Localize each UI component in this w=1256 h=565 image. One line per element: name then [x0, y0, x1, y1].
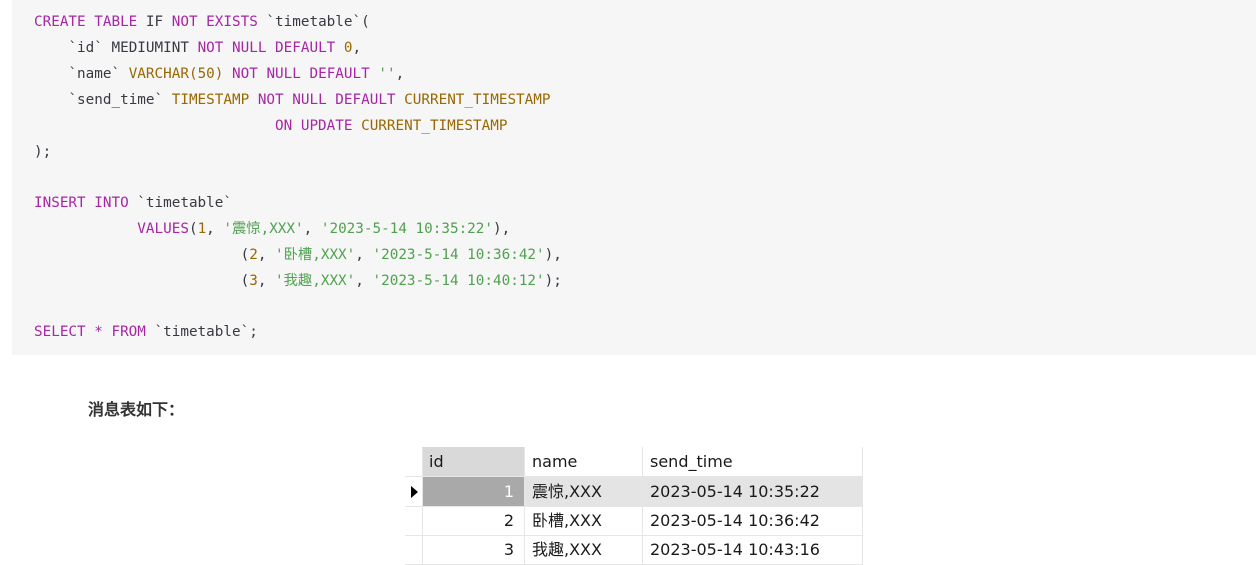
- table-row[interactable]: 3 我趣,XXX 2023-05-14 10:43:16: [405, 535, 863, 565]
- column-header-name[interactable]: name: [525, 447, 643, 476]
- code-line-insert: INSERT INTO `timetable`: [34, 190, 232, 216]
- punct: ),: [544, 247, 562, 263]
- string: '震惊,XXX': [223, 221, 304, 237]
- type: ): [214, 66, 224, 82]
- keyword: NOT NULL DEFAULT: [232, 66, 370, 82]
- cell-id[interactable]: 1: [423, 477, 525, 506]
- sql-code-block: CREATE TABLE IF NOT EXISTS `timetable`( …: [12, 0, 1256, 355]
- punct: );: [34, 144, 52, 160]
- table-row[interactable]: 2 卧槽,XXX 2023-05-14 10:36:42: [405, 506, 863, 536]
- type: MEDIUMINT: [111, 40, 189, 56]
- keyword: VALUES: [137, 221, 189, 237]
- string: '我趣,XXX': [275, 273, 356, 289]
- number: 1: [197, 221, 207, 237]
- punct: (: [240, 273, 250, 289]
- string: '2023-5-14 10:35:22': [320, 221, 494, 237]
- string: '2023-5-14 10:40:12': [372, 273, 545, 289]
- row-marker: [405, 506, 423, 535]
- code-line-col-id: `id` MEDIUMINT NOT NULL DEFAULT 0,: [34, 35, 361, 61]
- row-marker-current: [405, 477, 423, 506]
- cell-id[interactable]: 3: [423, 535, 525, 564]
- code-line-on-update: ON UPDATE CURRENT_TIMESTAMP: [34, 113, 507, 139]
- cell-name[interactable]: 震惊,XXX: [525, 477, 643, 506]
- punct: (: [188, 221, 198, 237]
- keyword: IF: [145, 14, 164, 30]
- type: VARCHAR(: [128, 66, 198, 82]
- punct: );: [544, 273, 562, 289]
- identifier: `id`: [68, 40, 103, 56]
- result-grid: id name send_time 1 震惊,XXX 2023-05-14 10…: [405, 447, 863, 565]
- cell-name[interactable]: 卧槽,XXX: [525, 506, 643, 535]
- function: CURRENT_TIMESTAMP: [361, 118, 508, 134]
- number: 50: [197, 66, 215, 82]
- identifier: `timetable`: [137, 195, 232, 211]
- grid-header-row: id name send_time: [405, 447, 863, 477]
- number: 3: [249, 273, 258, 289]
- identifier: `timetable`(: [266, 14, 370, 30]
- string: '2023-5-14 10:36:42': [372, 247, 545, 263]
- type: TIMESTAMP: [171, 92, 250, 108]
- code-line-create: CREATE TABLE IF NOT EXISTS `timetable`(: [34, 9, 370, 35]
- cell-id[interactable]: 2: [423, 506, 525, 535]
- punct: ,: [352, 40, 362, 56]
- code-line-select: SELECT * FROM `timetable`;: [34, 319, 258, 345]
- code-line-col-send-time: `send_time` TIMESTAMP NOT NULL DEFAULT C…: [34, 87, 550, 113]
- keyword: INSERT INTO: [34, 195, 129, 211]
- code-line-create-end: );: [34, 139, 51, 165]
- punct: ,: [395, 66, 405, 82]
- punct: (: [240, 247, 250, 263]
- code-line-values-1: VALUES(1, '震惊,XXX', '2023-5-14 10:35:22'…: [137, 221, 511, 237]
- keyword: NOT NULL DEFAULT: [257, 92, 396, 108]
- identifier: `name`: [68, 66, 121, 82]
- current-row-arrow-icon: [411, 486, 418, 498]
- cell-name[interactable]: 我趣,XXX: [525, 535, 643, 564]
- column-header-send-time[interactable]: send_time: [643, 447, 863, 476]
- code-line-col-name: `name` VARCHAR(50) NOT NULL DEFAULT '',: [34, 61, 404, 87]
- keyword: NOT EXISTS: [171, 14, 258, 30]
- keyword: NOT NULL DEFAULT: [197, 40, 336, 56]
- identifier: `send_time`: [68, 92, 164, 108]
- keyword: ON UPDATE: [275, 118, 353, 134]
- string: '': [378, 66, 396, 82]
- punct: ),: [493, 221, 511, 237]
- cell-send-time[interactable]: 2023-05-14 10:43:16: [643, 535, 863, 564]
- function: CURRENT_TIMESTAMP: [404, 92, 551, 108]
- result-caption: 消息表如下：: [88, 400, 185, 419]
- code-line-values-2: (2, '卧槽,XXX', '2023-5-14 10:36:42'),: [240, 247, 562, 263]
- keyword: SELECT * FROM: [34, 324, 146, 340]
- table-row[interactable]: 1 震惊,XXX 2023-05-14 10:35:22: [405, 477, 863, 507]
- code-line-values-3: (3, '我趣,XXX', '2023-5-14 10:40:12');: [240, 273, 562, 289]
- number: 0: [343, 40, 353, 56]
- row-marker-header: [405, 447, 423, 476]
- identifier: `timetable`;: [154, 324, 258, 340]
- cell-send-time[interactable]: 2023-05-14 10:35:22: [643, 477, 863, 506]
- number: 2: [249, 247, 258, 263]
- column-header-id[interactable]: id: [423, 447, 525, 476]
- keyword: CREATE TABLE: [34, 14, 138, 30]
- string: '卧槽,XXX': [275, 247, 356, 263]
- cell-send-time[interactable]: 2023-05-14 10:36:42: [643, 506, 863, 535]
- row-marker: [405, 535, 423, 564]
